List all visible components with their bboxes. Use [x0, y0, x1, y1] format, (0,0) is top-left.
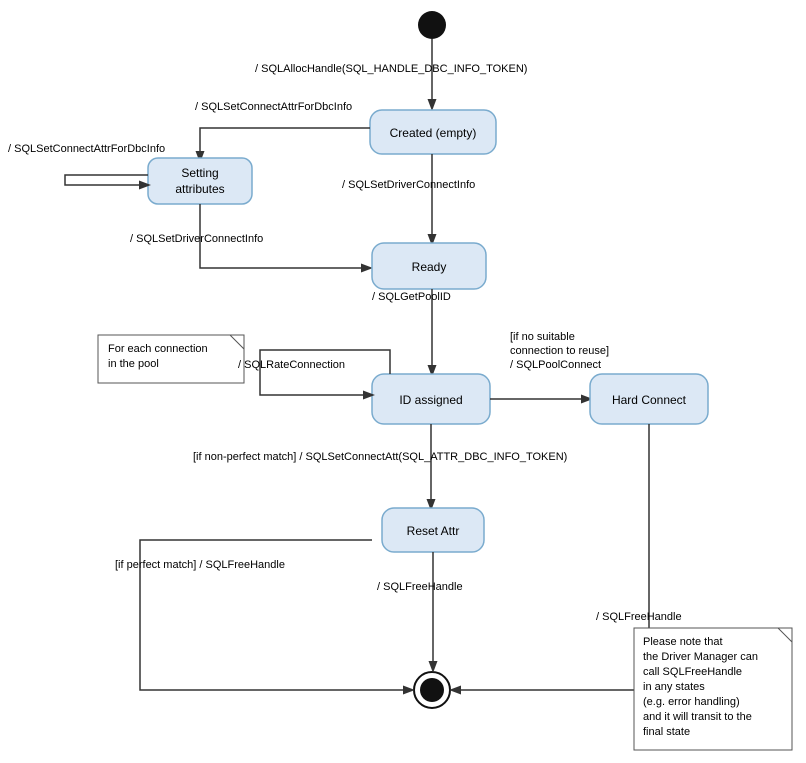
state-setting — [148, 158, 252, 204]
diagram-svg: Created (empty) Setting attributes Ready… — [0, 0, 806, 763]
label-freehandle1: / SQLFreeHandle — [377, 581, 463, 593]
state-hardconnect-label: Hard Connect — [612, 393, 687, 407]
arrow-created-setting — [200, 128, 370, 160]
initial-state — [418, 11, 446, 39]
pool-note-text2: in the pool — [108, 358, 159, 370]
final-note-l6: and it will transit to the — [643, 711, 752, 723]
final-state-inner — [420, 678, 444, 702]
label-setdriver1: / SQLSetDriverConnectInfo — [342, 179, 475, 191]
arrow-setting-self — [65, 175, 148, 185]
state-setting-label2: attributes — [175, 182, 224, 196]
state-setting-label1: Setting — [181, 166, 218, 180]
label-setdriver2: / SQLSetDriverConnectInfo — [130, 233, 263, 245]
pool-note-text1: For each connection — [108, 343, 208, 355]
label-nonperfect: [if non-perfect match] / SQLSetConnectAt… — [193, 451, 567, 463]
final-note-l4: in any states — [643, 681, 705, 693]
final-note-l1: Please note that — [643, 636, 723, 648]
arrow-hc-final — [452, 424, 649, 690]
state-created-label: Created (empty) — [390, 126, 477, 140]
final-note-l2: the Driver Manager can — [643, 651, 758, 663]
label-freehandle2: / SQLFreeHandle — [596, 611, 682, 623]
state-reset-label: Reset Attr — [407, 524, 460, 538]
label-alloc: / SQLAllocHandle(SQL_HANDLE_DBC_INFO_TOK… — [255, 63, 527, 75]
label-setconn-top: / SQLSetConnectAttrForDbcInfo — [195, 101, 352, 113]
state-ready-label: Ready — [412, 260, 447, 274]
state-diagram: Created (empty) Setting attributes Ready… — [0, 0, 806, 763]
label-nosuitable2: connection to reuse] — [510, 345, 609, 357]
final-note-l5: (e.g. error handling) — [643, 696, 740, 708]
state-id-label: ID assigned — [399, 393, 462, 407]
arrow-id-self — [260, 350, 390, 395]
final-note-l3: call SQLFreeHandle — [643, 666, 742, 678]
label-nosuitable3: / SQLPoolConnect — [510, 359, 601, 371]
label-getpoolid: / SQLGetPoolID — [372, 291, 451, 303]
label-rate: / SQLRateConnection — [238, 359, 345, 371]
label-perfectmatch: [if perfect match] / SQLFreeHandle — [115, 559, 285, 571]
label-nosuitable1: [if no suitable — [510, 331, 575, 343]
final-note-l7: final state — [643, 726, 690, 738]
label-setconn-left: / SQLSetConnectAttrForDbcInfo — [8, 143, 165, 155]
